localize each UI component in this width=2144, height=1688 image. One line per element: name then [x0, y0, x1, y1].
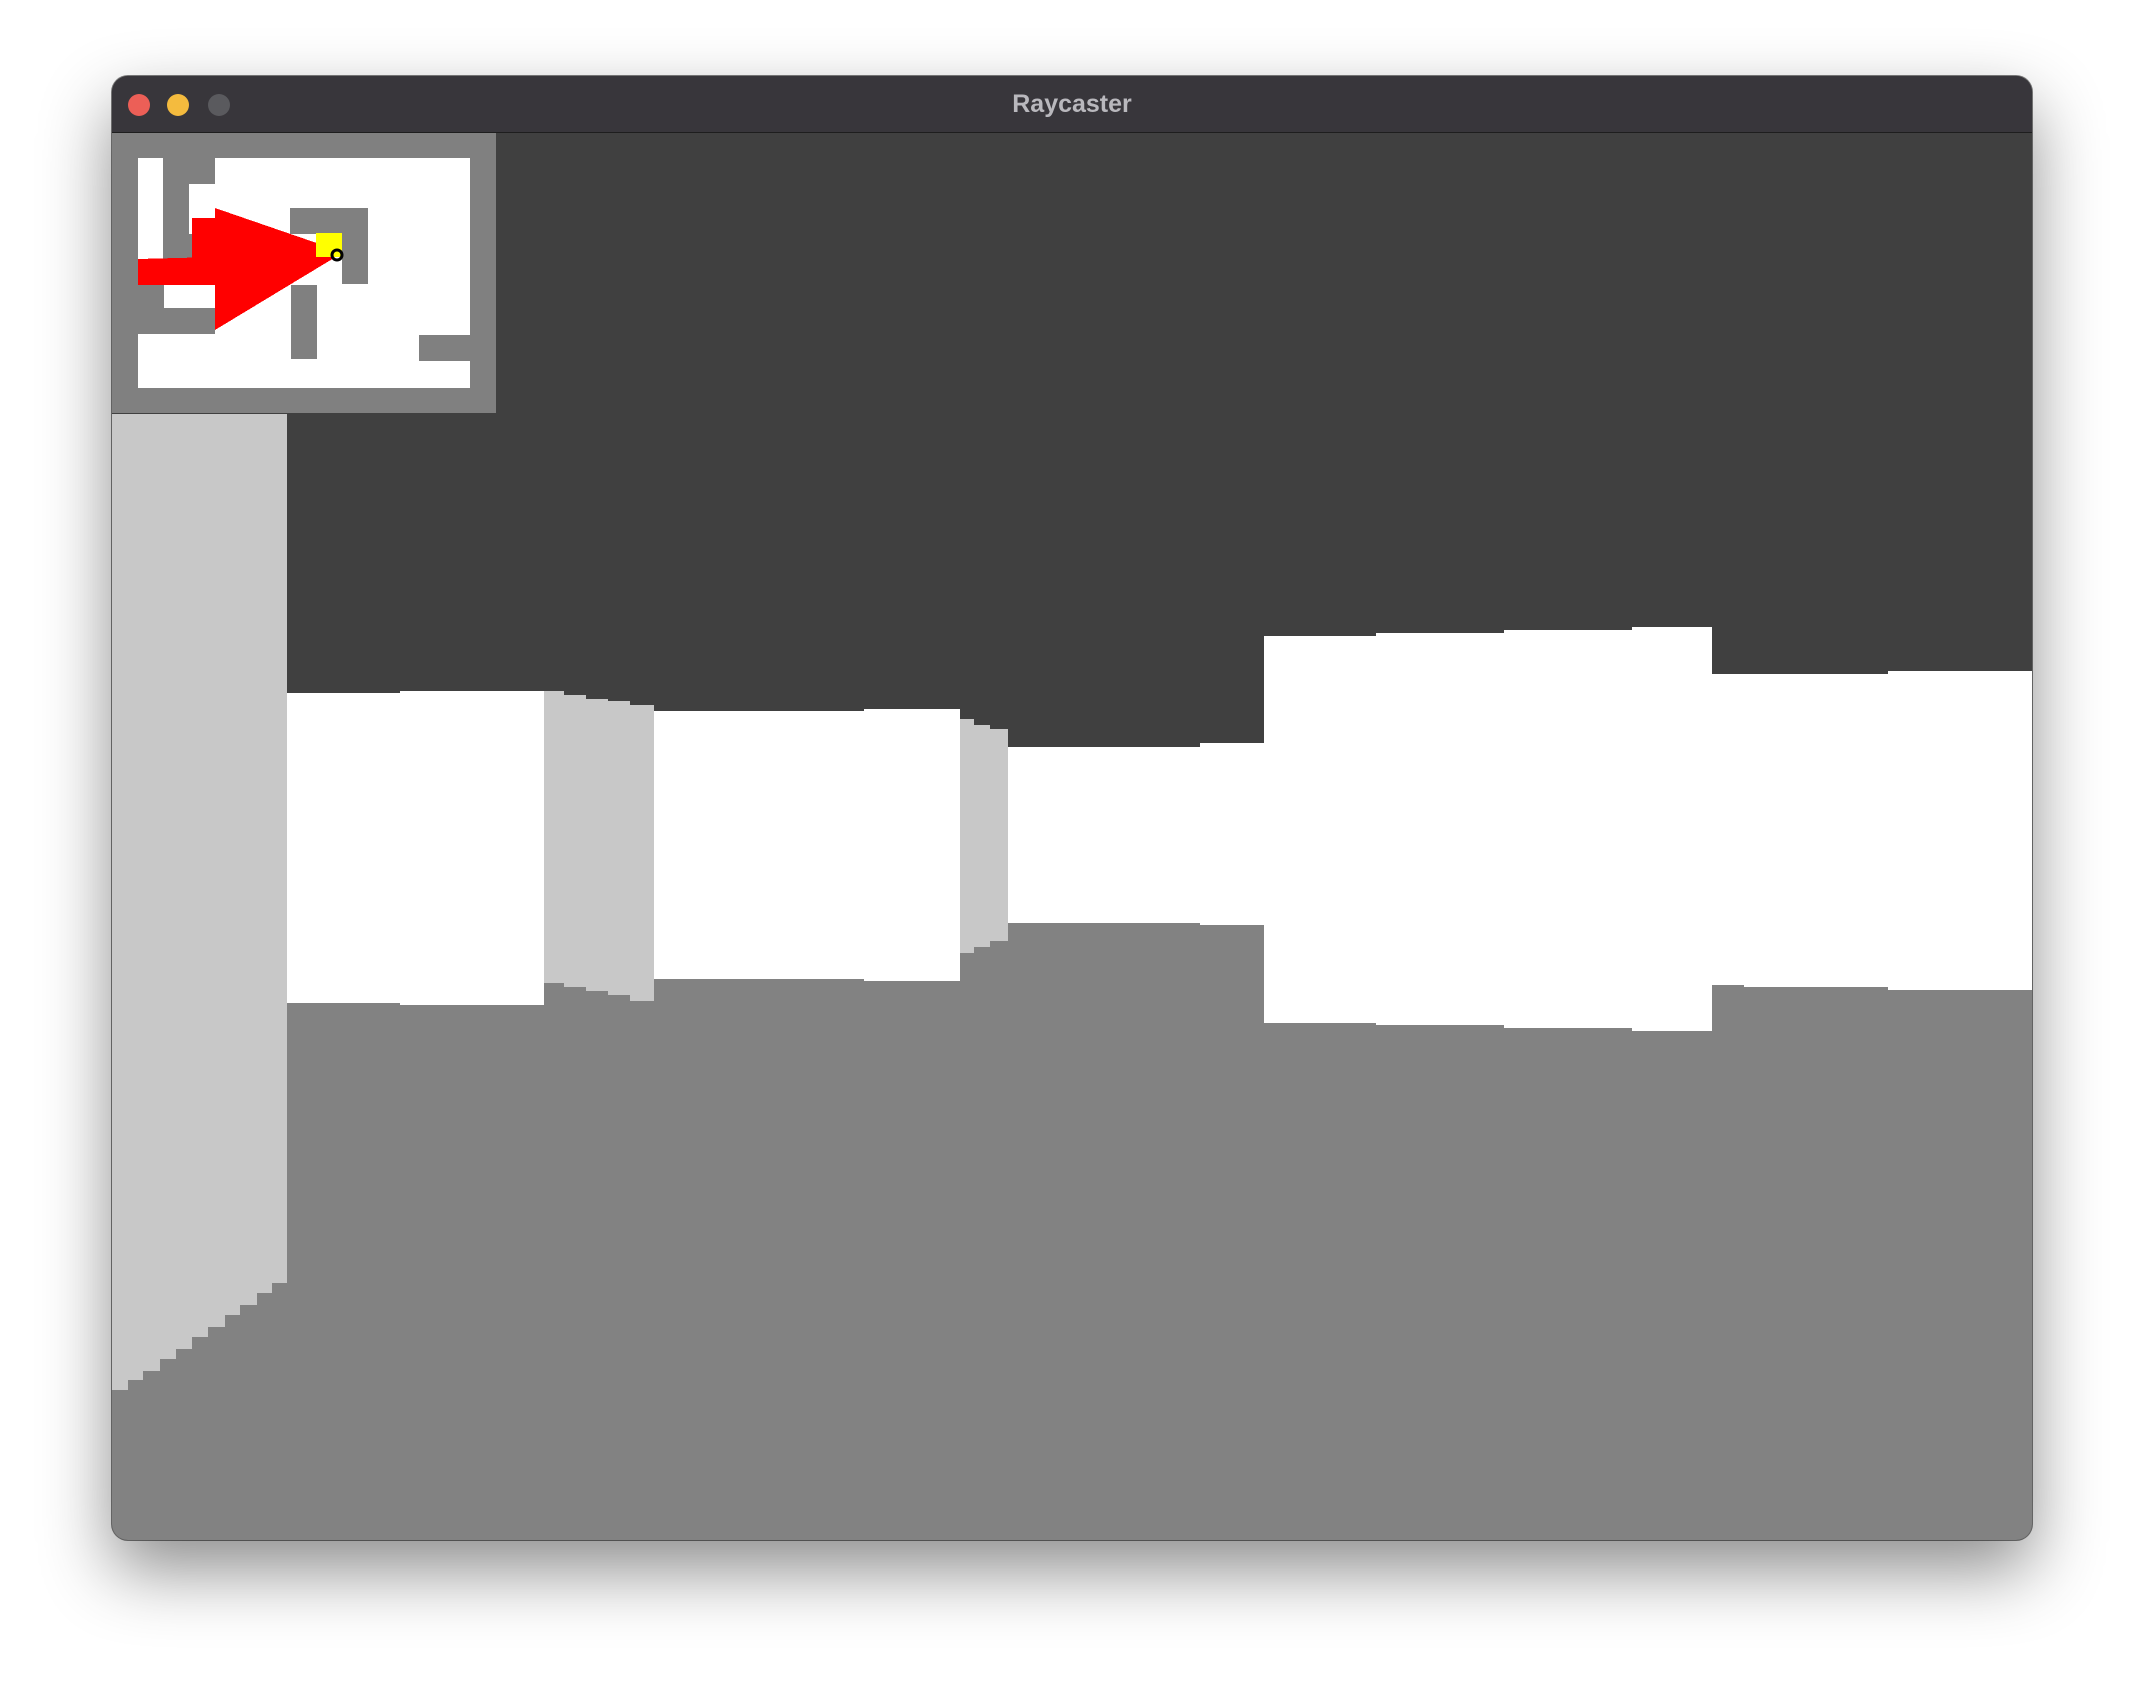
raycast-scene: [112, 133, 2032, 1540]
wall-segment-1: [287, 691, 544, 1005]
wall-segment-6: [1264, 627, 1712, 1031]
wall-segment-5: [1008, 743, 1264, 925]
minimap-wall: [290, 208, 368, 234]
player-marker-icon: [316, 233, 342, 257]
minimap-wall: [291, 285, 317, 359]
near-left-wall: [112, 414, 287, 1390]
minimap: [112, 133, 496, 413]
wall-segment-3: [654, 709, 960, 981]
minimap-wall: [419, 335, 470, 361]
minimap-wall: [342, 234, 368, 284]
minimap-wall: [189, 158, 215, 184]
window-title: Raycaster: [1012, 90, 1132, 118]
wall-segment-7: [1712, 671, 2032, 990]
wall-segment-2: [544, 691, 654, 1005]
app-window: Raycaster: [112, 76, 2032, 1540]
minimap-wall: [164, 308, 215, 334]
minimap-wall: [138, 285, 164, 334]
wall-segment-4: [960, 719, 1008, 953]
title-bar[interactable]: Raycaster: [112, 76, 2032, 133]
floor: [112, 923, 2032, 1540]
minimap-wall: [163, 158, 189, 260]
game-viewport[interactable]: [112, 133, 2032, 1540]
